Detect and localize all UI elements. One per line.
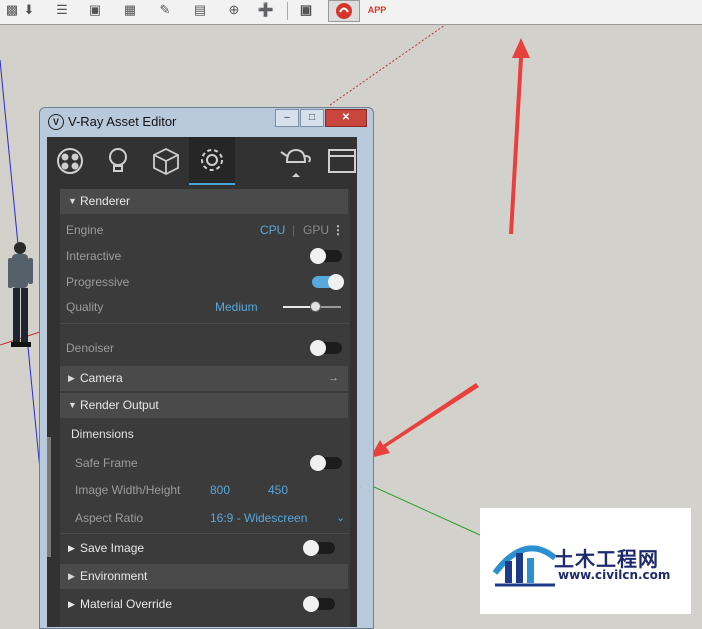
- safe-frame-row: Safe Frame: [60, 452, 350, 474]
- tab-render[interactable]: [273, 137, 319, 185]
- quality-value: Medium: [215, 300, 258, 314]
- green-axis-line: [371, 485, 481, 536]
- section-camera[interactable]: ▶ Camera →: [60, 366, 348, 391]
- caret-down-icon: ▼: [68, 400, 77, 410]
- divider: [60, 533, 350, 534]
- caret-right-icon: ▶: [68, 571, 75, 581]
- section-environment-label: Environment: [80, 569, 148, 583]
- minimize-button[interactable]: –: [275, 109, 299, 127]
- window-title: V-Ray Asset Editor: [68, 114, 177, 129]
- dimensions-heading: Dimensions: [71, 427, 134, 441]
- section-material-override-label: Material Override: [80, 597, 173, 611]
- caret-right-icon: ▶: [68, 543, 75, 553]
- image-height-field[interactable]: 450: [268, 479, 288, 501]
- tab-frame-buffer[interactable]: [319, 137, 357, 185]
- quality-label: Quality: [66, 300, 104, 314]
- quality-row: Quality Medium: [60, 296, 350, 318]
- annotation-arrow-left: [370, 383, 479, 458]
- progressive-label: Progressive: [66, 275, 130, 289]
- settings-panel: ▼ Renderer Engine CPU | GPU ⋮ Interactiv…: [60, 189, 350, 627]
- caret-right-icon: ▶: [68, 373, 75, 383]
- scale-figure-person: [8, 242, 33, 347]
- image-wh-label: Image Width/Height: [75, 483, 181, 497]
- close-button[interactable]: ✕: [325, 109, 367, 127]
- quality-slider-knob[interactable]: [309, 301, 321, 312]
- section-camera-label: Camera: [80, 371, 123, 385]
- progressive-row: Progressive: [60, 271, 350, 293]
- collapse-panel-arrow-icon[interactable]: ›: [358, 480, 370, 494]
- annotation-arrow-up: [509, 38, 530, 234]
- red-dotted-axis-line: [329, 24, 446, 106]
- engine-separator: |: [292, 223, 296, 237]
- cube-icon: [153, 147, 179, 176]
- tab-materials[interactable]: [47, 137, 93, 185]
- tab-geometry[interactable]: [143, 137, 189, 185]
- vray-asset-editor-window: V V-Ray Asset Editor – □ ✕ ▼ Renderer En…: [39, 107, 374, 629]
- aspect-ratio-label: Aspect Ratio: [75, 511, 144, 525]
- section-renderer[interactable]: ▼ Renderer: [60, 189, 348, 214]
- image-size-row: Image Width/Height 800 450: [60, 479, 350, 501]
- tab-lights[interactable]: [95, 137, 141, 185]
- section-environment[interactable]: ▶ Environment: [60, 564, 348, 589]
- engine-label: Engine: [66, 223, 104, 237]
- divider: [60, 323, 350, 324]
- section-render-output-label: Render Output: [80, 398, 159, 412]
- interactive-label: Interactive: [66, 249, 122, 263]
- denoiser-toggle[interactable]: [310, 340, 342, 356]
- scrollbar[interactable]: [47, 437, 51, 557]
- section-render-output[interactable]: ▼ Render Output: [60, 393, 348, 418]
- chevron-down-icon[interactable]: ⌄: [336, 507, 345, 529]
- aspect-ratio-select[interactable]: 16:9 - Widescreen: [210, 507, 307, 529]
- interactive-row: Interactive: [60, 245, 350, 267]
- denoiser-row: Denoiser: [60, 337, 350, 359]
- engine-row: Engine CPU | GPU ⋮: [60, 219, 350, 241]
- progressive-toggle[interactable]: [312, 274, 344, 290]
- image-width-field[interactable]: 800: [210, 479, 230, 501]
- denoiser-label: Denoiser: [66, 341, 115, 355]
- frame-buffer-icon: [328, 149, 356, 173]
- engine-gpu-option[interactable]: GPU: [303, 219, 329, 241]
- aspect-ratio-row: Aspect Ratio 16:9 - Widescreen ⌄: [60, 507, 350, 529]
- save-image-toggle[interactable]: [303, 540, 335, 556]
- more-options-icon[interactable]: ⋮: [332, 219, 344, 241]
- camera-type-icon[interactable]: →: [328, 366, 339, 391]
- maximize-button[interactable]: □: [300, 109, 324, 127]
- section-renderer-label: Renderer: [80, 194, 131, 208]
- bulb-icon: [109, 148, 127, 172]
- safe-frame-label: Safe Frame: [75, 456, 138, 470]
- tab-settings[interactable]: [189, 137, 235, 185]
- section-material-override[interactable]: ▶ Material Override: [60, 593, 350, 615]
- caret-right-icon: ▶: [68, 599, 75, 609]
- engine-cpu-option[interactable]: CPU: [260, 219, 285, 241]
- watermark-url: www.civilcn.com: [558, 568, 671, 582]
- vray-logo-icon: V: [48, 114, 64, 130]
- caret-down-icon: ▼: [68, 196, 77, 206]
- interactive-toggle[interactable]: [310, 248, 342, 264]
- watermark: 土木工程网 www.civilcn.com: [480, 508, 691, 614]
- editor-content: ▼ Renderer Engine CPU | GPU ⋮ Interactiv…: [47, 137, 357, 627]
- teapot-icon: [280, 148, 311, 177]
- material-override-toggle[interactable]: [303, 596, 335, 612]
- gear-icon: [201, 149, 223, 171]
- section-save-image[interactable]: ▶ Save Image: [60, 537, 350, 559]
- section-save-image-label: Save Image: [80, 541, 145, 555]
- material-sphere-icon: [57, 148, 83, 174]
- safe-frame-toggle[interactable]: [310, 455, 342, 471]
- watermark-logo: [492, 545, 557, 587]
- asset-tab-bar: [47, 137, 357, 187]
- window-controls: – □ ✕: [274, 109, 367, 127]
